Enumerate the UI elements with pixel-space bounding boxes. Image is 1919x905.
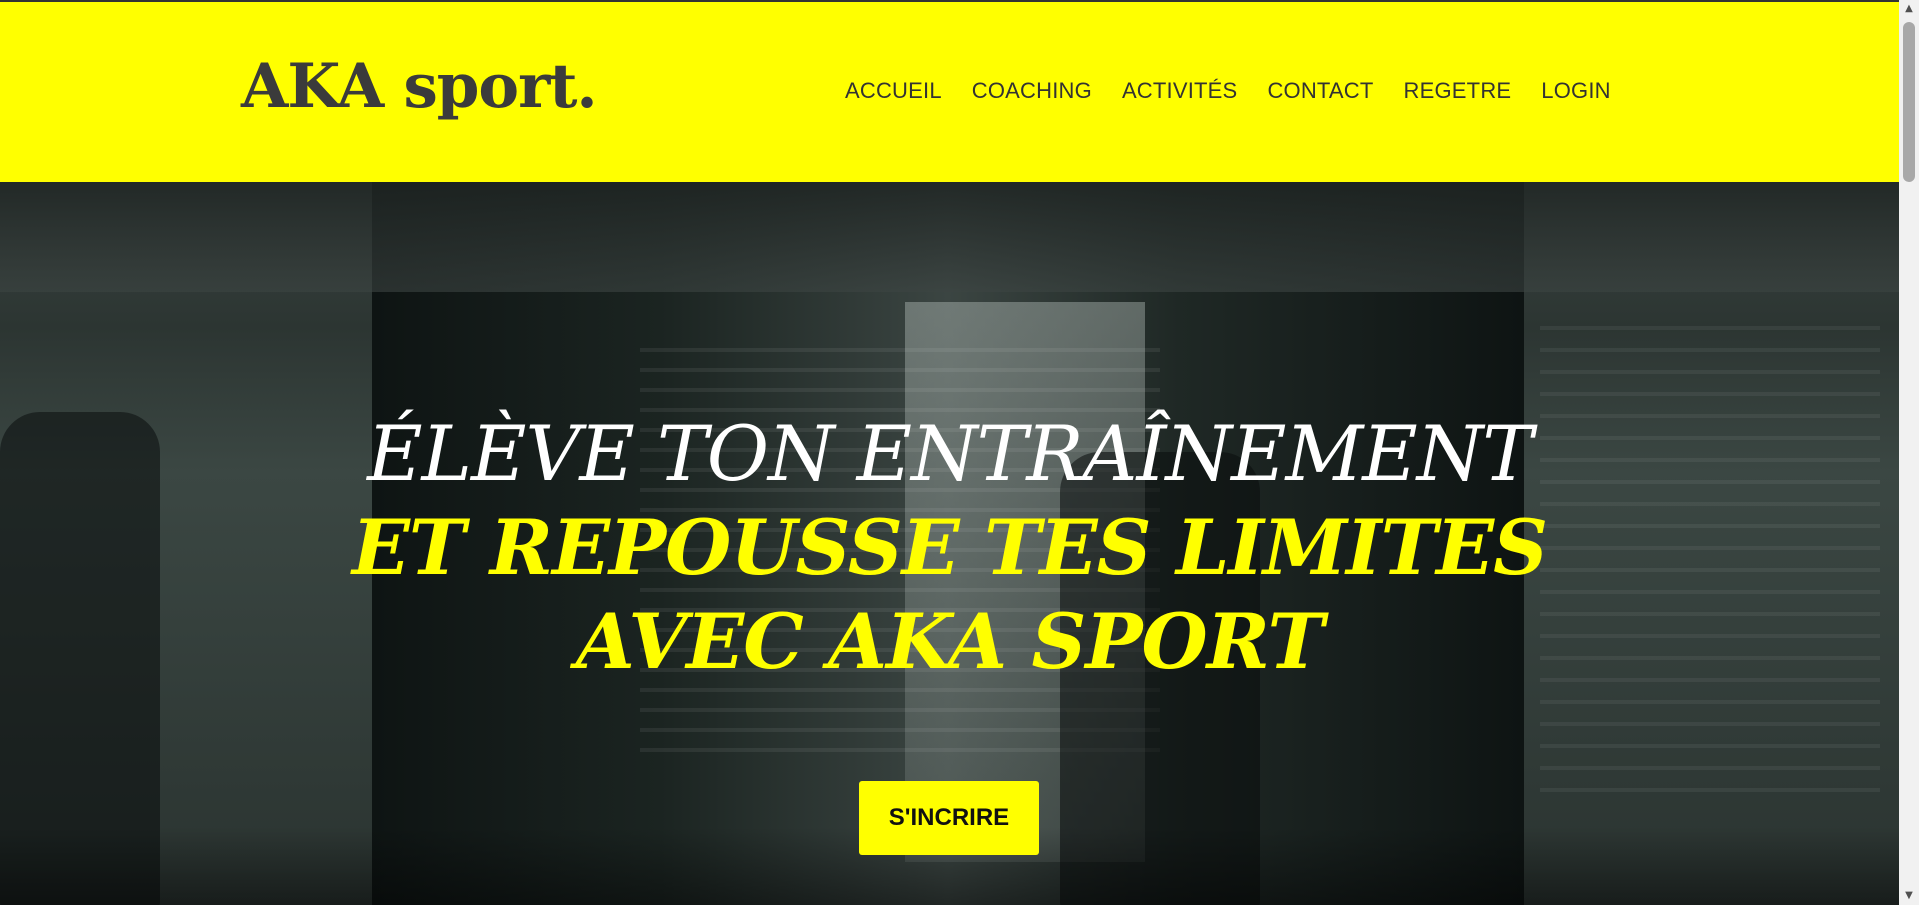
site-logo[interactable]: AKA sport. — [241, 56, 598, 117]
nav-activites[interactable]: ACTIVITÉS — [1122, 78, 1238, 104]
signup-button[interactable]: S'INCRIRE — [859, 781, 1039, 855]
hero-headline-line3: AVEC AKA SPORT — [575, 597, 1324, 686]
nav-accueil[interactable]: ACCUEIL — [845, 78, 942, 104]
hero-bg-top-band — [0, 182, 1899, 292]
hero-headline-line2: ET REPOUSSE TES LIMITES — [351, 503, 1548, 592]
site-header: AKA sport. ACCUEIL COACHING ACTIVITÉS CO… — [0, 2, 1899, 182]
hero-headline-line1: ÉLÈVE TON ENTRAÎNEMENT — [367, 409, 1533, 498]
nav-login[interactable]: LOGIN — [1541, 78, 1610, 104]
page-scrollbar[interactable]: ▲ ▼ — [1899, 0, 1919, 905]
scroll-down-arrow-icon[interactable]: ▼ — [1899, 887, 1919, 905]
nav-coaching[interactable]: COACHING — [972, 78, 1092, 104]
scrollbar-thumb[interactable] — [1903, 22, 1915, 182]
main-nav: ACCUEIL COACHING ACTIVITÉS CONTACT REGET… — [845, 78, 1641, 104]
nav-regetre[interactable]: REGETRE — [1404, 78, 1512, 104]
nav-contact[interactable]: CONTACT — [1267, 78, 1373, 104]
scroll-up-arrow-icon[interactable]: ▲ — [1899, 0, 1919, 18]
page: AKA sport. ACCUEIL COACHING ACTIVITÉS CO… — [0, 0, 1899, 905]
hero-headline: ÉLÈVE TON ENTRAÎNEMENT ET REPOUSSE TES L… — [0, 407, 1899, 689]
